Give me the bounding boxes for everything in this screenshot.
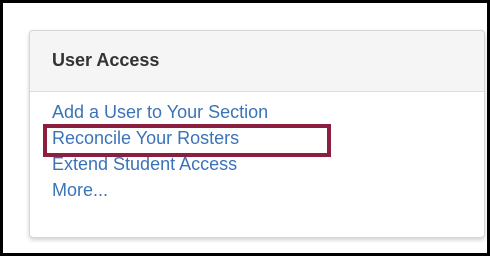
add-user-link[interactable]: Add a User to Your Section — [52, 99, 484, 125]
more-link[interactable]: More... — [52, 177, 484, 203]
extend-student-access-link[interactable]: Extend Student Access — [52, 151, 484, 177]
user-access-links: Add a User to Your Section Reconcile You… — [30, 92, 484, 203]
reconcile-rosters-link[interactable]: Reconcile Your Rosters — [52, 125, 484, 151]
panel-header: User Access — [30, 31, 484, 92]
user-access-panel: User Access Add a User to Your Section R… — [29, 30, 485, 238]
panel-title: User Access — [52, 49, 160, 70]
